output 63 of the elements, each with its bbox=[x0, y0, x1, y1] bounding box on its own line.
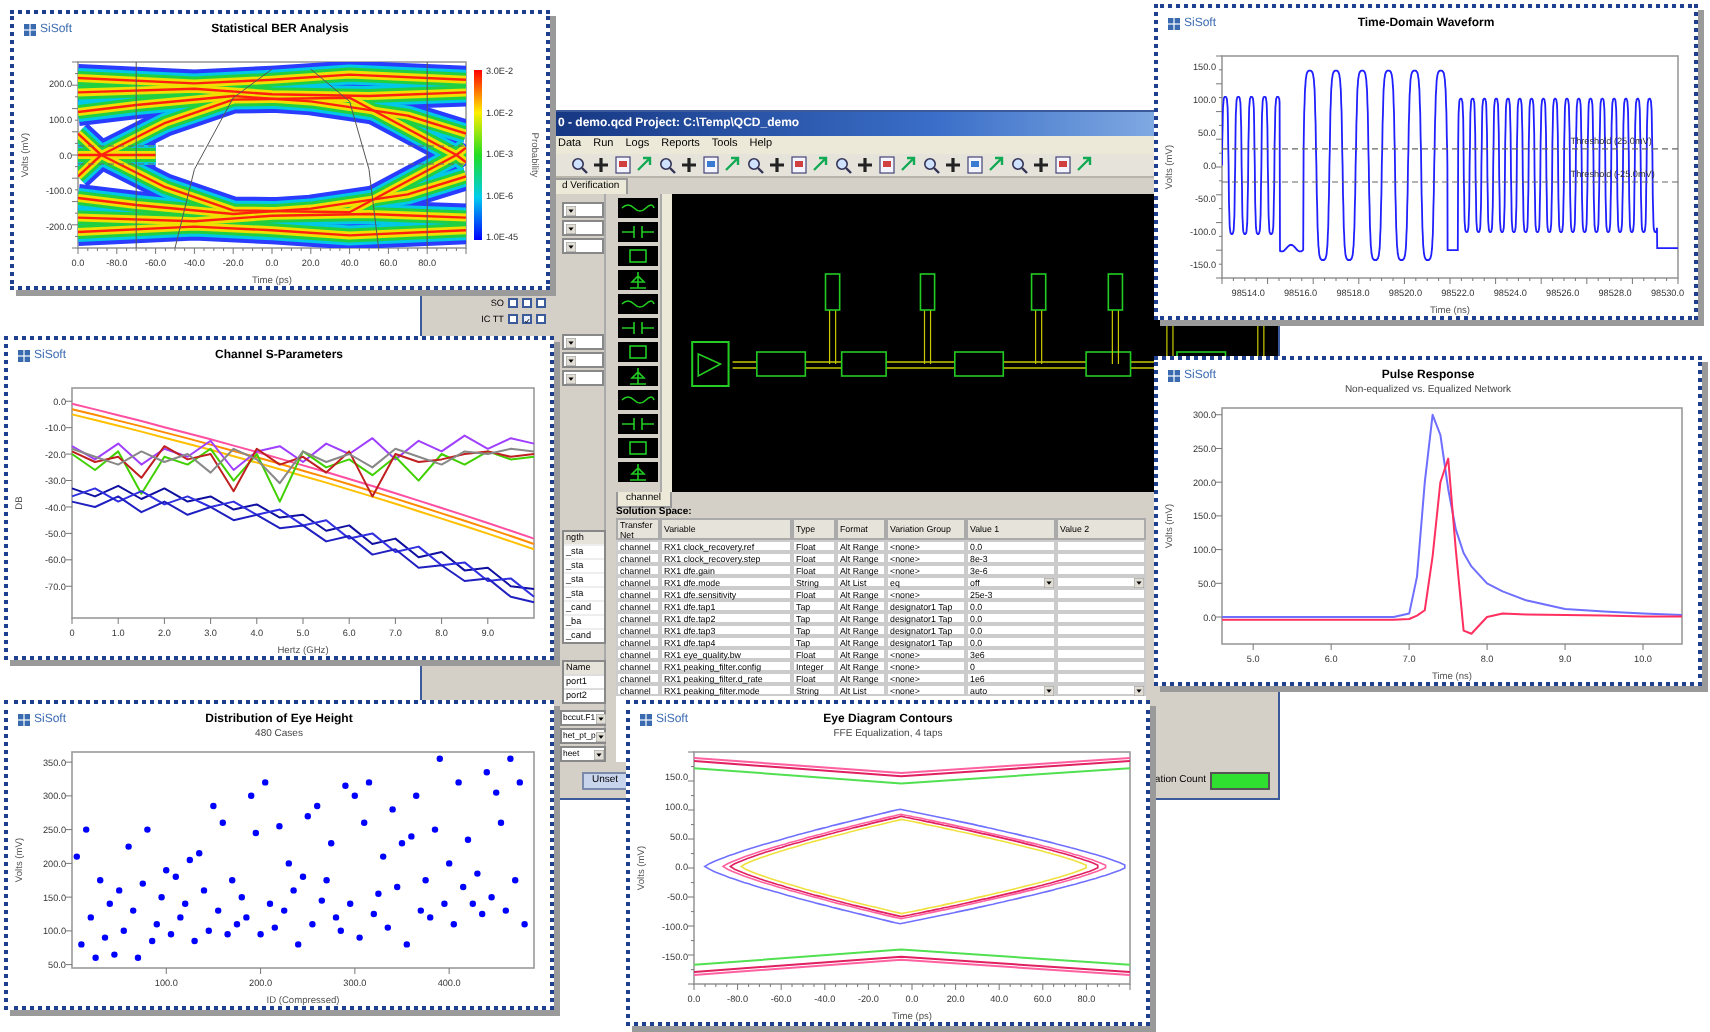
dropdown-arrow-icon bbox=[565, 205, 575, 215]
component-icon[interactable] bbox=[618, 414, 658, 434]
checkbox[interactable] bbox=[522, 314, 532, 324]
page-icon[interactable] bbox=[1054, 156, 1072, 174]
component-icon[interactable] bbox=[618, 390, 658, 410]
dropdown[interactable] bbox=[562, 202, 604, 218]
checkbox[interactable] bbox=[522, 298, 532, 308]
component-icon[interactable] bbox=[618, 222, 658, 242]
dropdown-arrow-icon bbox=[565, 355, 575, 365]
dropdown[interactable] bbox=[562, 220, 604, 236]
component-icon[interactable] bbox=[618, 270, 658, 290]
magnifier-icon[interactable] bbox=[922, 156, 940, 174]
magnifier-icon[interactable] bbox=[746, 156, 764, 174]
plus-icon[interactable] bbox=[1032, 156, 1050, 174]
logo-icon bbox=[1168, 370, 1180, 382]
page-icon[interactable] bbox=[702, 156, 720, 174]
dropdown[interactable] bbox=[562, 352, 604, 368]
page-icon[interactable] bbox=[878, 156, 896, 174]
checkbox[interactable] bbox=[508, 298, 518, 308]
magnifier-icon[interactable] bbox=[570, 156, 588, 174]
component-icon[interactable] bbox=[618, 438, 658, 458]
plus-icon[interactable] bbox=[856, 156, 874, 174]
dropdown-arrow-icon bbox=[1134, 577, 1144, 587]
component-icon[interactable] bbox=[618, 294, 658, 314]
component-icon[interactable] bbox=[618, 462, 658, 482]
page-icon[interactable] bbox=[966, 156, 984, 174]
page-icon[interactable] bbox=[614, 156, 632, 174]
dropdown-arrow-icon bbox=[565, 337, 575, 347]
dropdown[interactable] bbox=[562, 334, 604, 350]
page-icon[interactable] bbox=[790, 156, 808, 174]
component-icon[interactable] bbox=[618, 318, 658, 338]
dropdown-arrow-icon bbox=[565, 223, 575, 233]
plus-icon[interactable] bbox=[944, 156, 962, 174]
count-field bbox=[1210, 771, 1270, 789]
dropdown-arrow-icon bbox=[1044, 577, 1054, 587]
component-icon[interactable] bbox=[618, 198, 658, 218]
plus-icon[interactable] bbox=[680, 156, 698, 174]
component-icon[interactable] bbox=[618, 366, 658, 386]
magnifier-icon[interactable] bbox=[834, 156, 852, 174]
component-icon[interactable] bbox=[618, 342, 658, 362]
logo-icon bbox=[1168, 18, 1180, 30]
component-icon[interactable] bbox=[618, 246, 658, 266]
logo-icon bbox=[640, 714, 652, 726]
dropdown-arrow-icon bbox=[1134, 685, 1144, 695]
logo-icon bbox=[24, 24, 36, 36]
dropdown-arrow-icon bbox=[565, 241, 575, 251]
dropdown-arrow-icon bbox=[595, 731, 606, 741]
dropdown-arrow-icon bbox=[1044, 685, 1054, 695]
dropdown[interactable] bbox=[562, 370, 604, 386]
checkbox[interactable] bbox=[508, 314, 518, 324]
magnifier-icon[interactable] bbox=[658, 156, 676, 174]
dropdown[interactable] bbox=[562, 238, 604, 254]
scrollbar[interactable] bbox=[660, 194, 672, 492]
dropdown-arrow-icon bbox=[595, 713, 606, 723]
checkbox[interactable] bbox=[536, 314, 546, 324]
dropdown-arrow-icon bbox=[594, 749, 604, 759]
checkbox[interactable] bbox=[536, 298, 546, 308]
logo-icon bbox=[18, 350, 30, 362]
plus-icon[interactable] bbox=[768, 156, 786, 174]
magnifier-icon[interactable] bbox=[1010, 156, 1028, 174]
logo-icon bbox=[18, 714, 30, 726]
plus-icon[interactable] bbox=[592, 156, 610, 174]
dropdown-arrow-icon bbox=[565, 373, 575, 383]
